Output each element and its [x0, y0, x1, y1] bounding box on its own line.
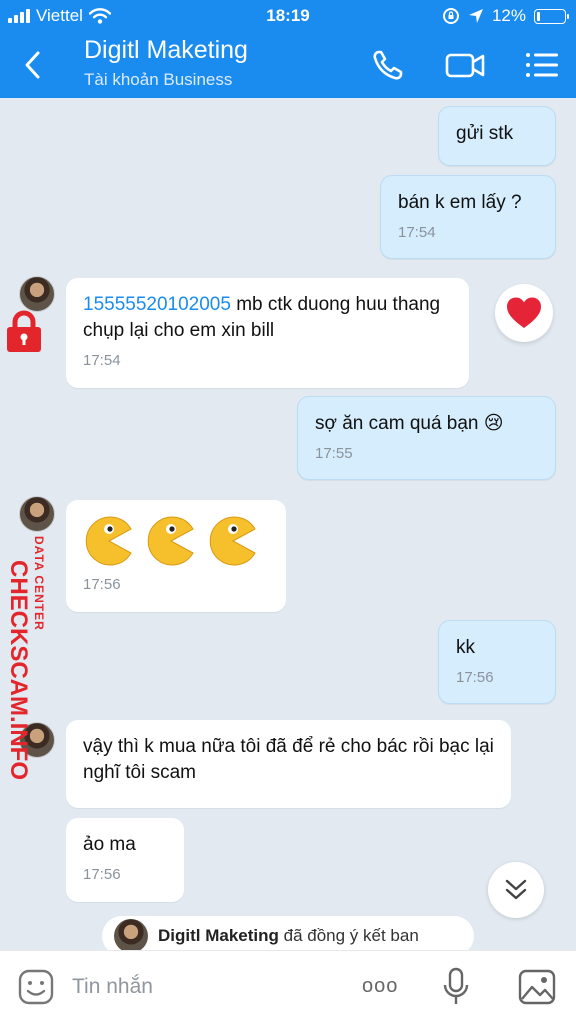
message-input[interactable]: Tin nhắn [72, 975, 153, 999]
status-right: 12% [442, 6, 569, 26]
heart-icon [507, 297, 541, 328]
chat-header: Viettel 18:19 12% Digitl Maketing Tài kh… [0, 0, 576, 98]
status-bar: Viettel 18:19 12% [0, 4, 576, 28]
contact-subtitle: Tài khoản Business [84, 70, 233, 89]
message-out-3[interactable]: sợ ăn cam quá bạn 😢 17:55 [297, 396, 556, 480]
notice-text: đã đồng ý kết ban [278, 926, 419, 945]
message-out-4[interactable]: kk 17:56 [438, 620, 556, 704]
notice-name: Digitl Maketing [158, 926, 279, 945]
message-text: 15555520102005 mb ctk duong huu thang ch… [83, 294, 441, 341]
battery-icon [534, 8, 569, 24]
message-text: gửi stk [456, 123, 514, 144]
lock-icon [7, 310, 41, 352]
message-list[interactable]: gửi stk bán k em lấy ? 17:54 15555520102… [0, 98, 576, 956]
message-text: ảo ma [83, 834, 136, 855]
pacman-emoji-icon [209, 516, 256, 566]
message-text: kk [456, 637, 475, 658]
message-text: bán k em lấy ? [398, 192, 522, 213]
reaction-button[interactable] [495, 284, 553, 342]
contact-name[interactable]: Digitl Maketing [84, 36, 248, 65]
phone-icon[interactable] [370, 48, 406, 82]
watermark-big-text: CHECKSCAM.INFO [5, 560, 32, 780]
message-time: 17:55 [315, 445, 353, 462]
message-in-1[interactable]: 15555520102005 mb ctk duong huu thang ch… [66, 278, 469, 388]
pacman-emoji-icon [147, 516, 194, 566]
message-time: 17:56 [83, 866, 121, 883]
battery-percent: 12% [491, 6, 526, 25]
message-time: 17:56 [456, 669, 494, 686]
message-in-3[interactable]: vậy thì k mua nữa tôi đã để rẻ cho bác r… [66, 720, 511, 808]
message-time: 17:54 [398, 224, 436, 241]
message-out-2[interactable]: bán k em lấy ? 17:54 [380, 175, 556, 259]
message-in-2[interactable]: 17:56 [66, 500, 286, 612]
image-icon[interactable] [518, 969, 556, 1005]
sticker-icon[interactable] [18, 969, 54, 1005]
chevron-left-icon[interactable] [18, 50, 48, 80]
orientation-lock-icon [442, 8, 459, 24]
message-in-4[interactable]: ảo ma 17:56 [66, 818, 184, 902]
pacman-emoji-icon [85, 516, 132, 566]
location-icon [468, 9, 483, 23]
avatar[interactable] [19, 276, 55, 312]
scroll-down-button[interactable] [488, 862, 544, 918]
message-text: sợ ăn cam quá bạn 😢 [315, 413, 504, 434]
message-text: vậy thì k mua nữa tôi đã để rẻ cho bác r… [83, 736, 494, 783]
checkscam-watermark: DATA CENTER CHECKSCAM.INFO [2, 310, 52, 780]
double-chevron-down-icon [505, 879, 527, 900]
video-camera-icon[interactable] [445, 48, 485, 82]
message-time: 17:56 [83, 576, 121, 593]
avatar [114, 919, 148, 953]
message-time: 17:54 [83, 352, 121, 369]
watermark-small-text: DATA CENTER [32, 536, 46, 631]
microphone-icon[interactable] [442, 967, 470, 1007]
more-dots-icon[interactable]: ooo [362, 975, 398, 998]
list-menu-icon[interactable] [524, 48, 560, 82]
message-input-bar: Tin nhắn ooo [0, 950, 576, 1024]
message-out-1[interactable]: gửi stk [438, 106, 556, 166]
phone-number-link[interactable]: 15555520102005 [83, 294, 231, 315]
emoji-row [83, 514, 269, 568]
